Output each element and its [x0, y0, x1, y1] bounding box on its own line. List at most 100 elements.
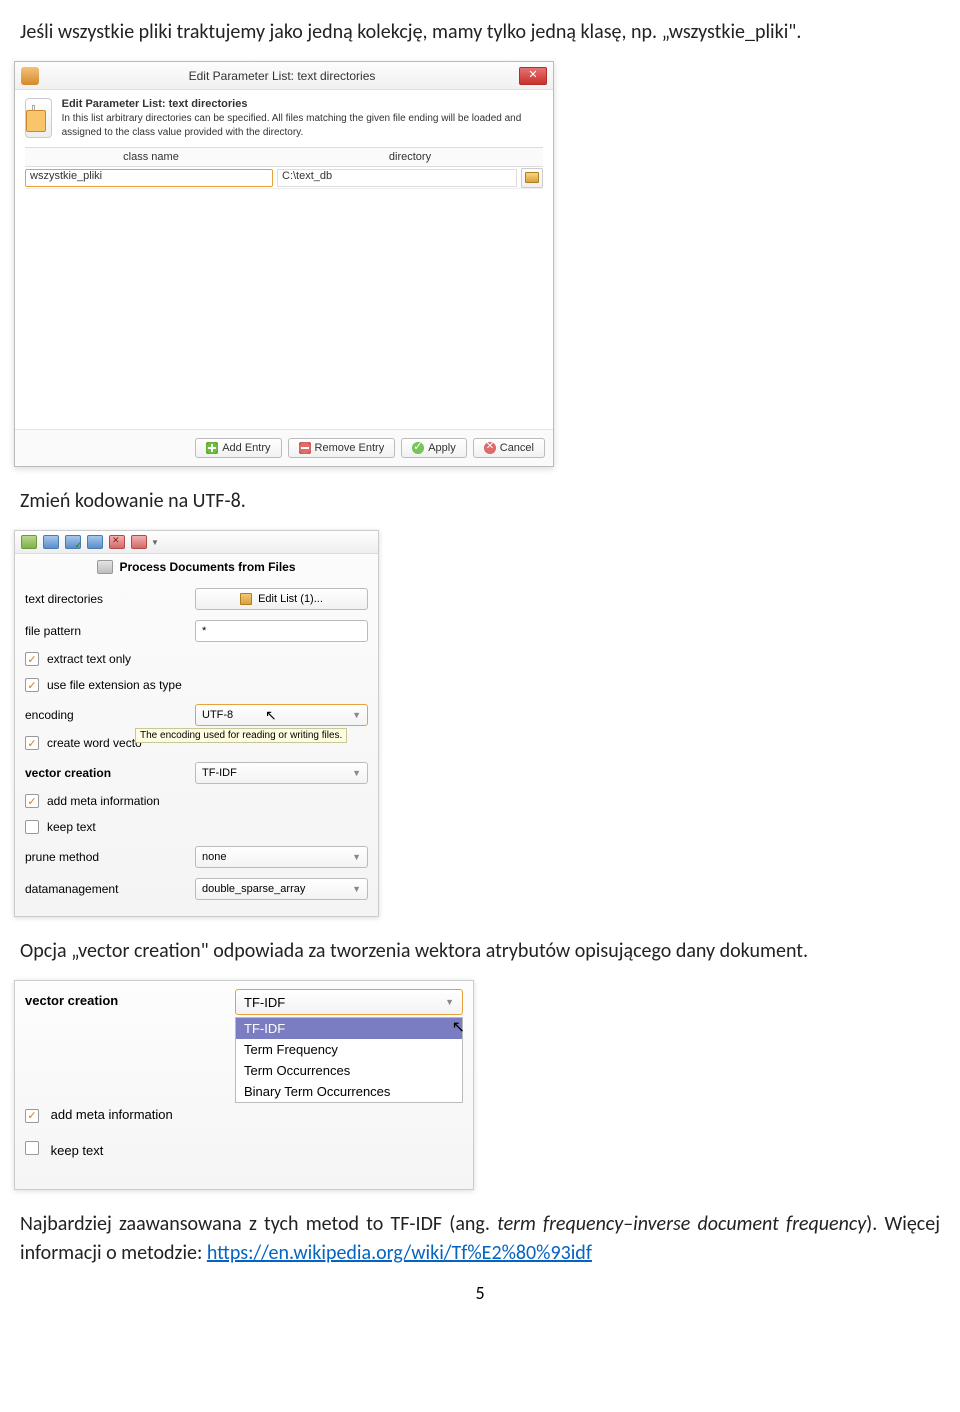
param-label: add meta information — [51, 1107, 173, 1122]
vector-creation-select[interactable]: TF-IDF ▼ — [195, 762, 368, 784]
edit-parameter-dialog: Edit Parameter List: text directories ✕ … — [14, 61, 554, 467]
chevron-down-icon: ▼ — [352, 768, 361, 778]
encoding-select[interactable]: UTF-8 ▼ — [195, 704, 368, 726]
param-label: vector creation — [25, 766, 195, 780]
toolbar-dropdown-caret[interactable]: ▼ — [151, 538, 159, 547]
toolbar-icon[interactable] — [109, 535, 125, 549]
vector-creation-dropdown-panel: vector creation TF-IDF ▼ TF-IDF Term Fre… — [14, 980, 474, 1190]
close-button[interactable]: ✕ — [519, 67, 547, 85]
add-entry-button[interactable]: Add Entry — [195, 438, 281, 458]
param-label: add meta information — [47, 794, 160, 808]
apply-button[interactable]: Apply — [401, 438, 467, 458]
add-icon — [206, 442, 218, 454]
create-word-vector-checkbox[interactable] — [25, 736, 39, 750]
param-row: create word vecto The encoding used for … — [25, 730, 368, 756]
app-icon — [21, 67, 39, 85]
dropdown-option[interactable]: TF-IDF — [236, 1018, 462, 1039]
param-label: vector creation — [25, 989, 235, 1008]
add-meta-checkbox[interactable] — [25, 794, 39, 808]
vector-creation-text: Opcja „vector creation" odpowiada za two… — [20, 937, 940, 966]
cancel-icon — [484, 442, 496, 454]
param-row: keep text — [25, 814, 368, 840]
cancel-button[interactable]: Cancel — [473, 438, 545, 458]
dropdown-list: TF-IDF Term Frequency Term Occurrences B… — [235, 1017, 463, 1103]
panel-toolbar: ▼ — [15, 531, 378, 554]
vector-creation-value: TF-IDF — [244, 995, 285, 1010]
toolbar-icon[interactable] — [87, 535, 103, 549]
dialog-button-row: Add Entry Remove Entry Apply Cancel — [15, 429, 553, 466]
browse-folder-button[interactable] — [521, 168, 543, 188]
dialog-title: Edit Parameter List: text directories — [45, 69, 519, 83]
panel-title: Process Documents from Files — [119, 560, 295, 574]
tfidf-link[interactable]: https://en.wikipedia.org/wiki/Tf%E2%80%9… — [207, 1241, 592, 1265]
edit-list-label: Edit List (1)... — [258, 593, 323, 605]
param-label: extract text only — [47, 652, 131, 666]
table-header: class name directory — [25, 147, 543, 167]
toolbar-icon[interactable] — [43, 535, 59, 549]
cursor-icon: ↖ — [452, 1017, 465, 1037]
final-text-a: Najbardziej zaawansowana z tych metod to… — [20, 1212, 497, 1236]
info-icon — [25, 98, 52, 138]
apply-label: Apply — [428, 442, 456, 454]
chevron-down-icon: ▼ — [352, 852, 361, 862]
panel-title-row: Process Documents from Files — [15, 554, 378, 580]
final-text-italic: term frequency–inverse document frequenc… — [497, 1212, 866, 1236]
dropdown-option[interactable]: Term Frequency — [236, 1039, 462, 1060]
cancel-label: Cancel — [500, 442, 534, 454]
info-description: In this list arbitrary directories can b… — [62, 113, 522, 138]
keep-text-checkbox[interactable] — [25, 1141, 39, 1155]
extract-text-checkbox[interactable] — [25, 652, 39, 666]
remove-entry-button[interactable]: Remove Entry — [288, 438, 396, 458]
param-label: datamanagement — [25, 882, 195, 896]
param-row: vector creation TF-IDF ▼ TF-IDF Term Fre… — [25, 989, 463, 1103]
dropdown-option[interactable]: Term Occurrences — [236, 1060, 462, 1081]
column-directory: directory — [277, 151, 543, 163]
param-row: encoding UTF-8 ▼ ↖ — [25, 700, 368, 730]
chevron-down-icon: ▼ — [352, 884, 361, 894]
process-documents-panel: ▼ Process Documents from Files text dire… — [14, 530, 379, 917]
prune-method-select[interactable]: none ▼ — [195, 846, 368, 868]
vector-creation-select[interactable]: TF-IDF ▼ — [235, 989, 463, 1015]
chevron-down-icon: ▼ — [445, 997, 454, 1007]
dropdown-option[interactable]: Binary Term Occurrences — [236, 1081, 462, 1102]
dialog-info: Edit Parameter List: text directories In… — [25, 98, 543, 139]
param-row: add meta information — [25, 1107, 463, 1141]
datamanagement-select[interactable]: double_sparse_array ▼ — [195, 878, 368, 900]
keep-text-checkbox[interactable] — [25, 820, 39, 834]
info-heading: Edit Parameter List: text directories — [62, 98, 543, 110]
param-row: use file extension as type — [25, 672, 368, 698]
param-label: use file extension as type — [47, 678, 182, 692]
toolbar-icon[interactable] — [131, 535, 147, 549]
param-label: text directories — [25, 592, 195, 606]
param-label: keep text — [51, 1143, 104, 1158]
directory-input[interactable]: C:\text_db — [277, 169, 517, 187]
param-label: keep text — [47, 820, 96, 834]
chevron-down-icon: ▼ — [352, 710, 361, 720]
dialog-titlebar: Edit Parameter List: text directories ✕ — [15, 62, 553, 90]
param-label: prune method — [25, 850, 195, 864]
pencil-icon — [240, 593, 252, 605]
param-row: add meta information — [25, 788, 368, 814]
edit-list-button[interactable]: Edit List (1)... — [195, 588, 368, 610]
add-meta-checkbox[interactable] — [25, 1109, 39, 1123]
class-name-input[interactable]: wszystkie_pliki — [25, 169, 273, 187]
param-row: keep text — [25, 1141, 463, 1175]
parameter-grid: text directories Edit List (1)... file p… — [15, 580, 378, 916]
remove-entry-label: Remove Entry — [315, 442, 385, 454]
param-row: text directories Edit List (1)... — [25, 584, 368, 614]
param-label: create word vecto — [47, 736, 142, 750]
param-label: encoding — [25, 708, 195, 722]
table-row: wszystkie_pliki C:\text_db — [25, 167, 543, 189]
add-entry-label: Add Entry — [222, 442, 270, 454]
use-file-ext-checkbox[interactable] — [25, 678, 39, 692]
file-pattern-input[interactable]: * — [195, 620, 368, 642]
blank-area — [25, 189, 543, 419]
toolbar-icon[interactable] — [21, 535, 37, 549]
param-row: datamanagement double_sparse_array ▼ — [25, 874, 368, 904]
datamanagement-value: double_sparse_array — [202, 883, 305, 895]
encoding-tooltip: The encoding used for reading or writing… — [135, 728, 347, 743]
prune-method-value: none — [202, 851, 226, 863]
encoding-value: UTF-8 — [202, 709, 233, 721]
toolbar-icon[interactable] — [65, 535, 81, 549]
operator-icon — [97, 560, 113, 574]
